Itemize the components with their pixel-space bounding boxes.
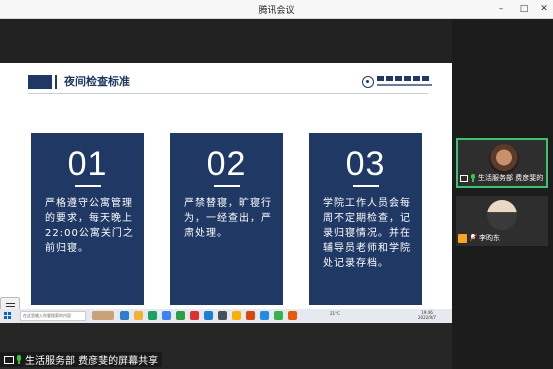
user-icon (458, 233, 467, 243)
standard-card-3: 03 学院工作人员会每周不定期检查，记录归寝情况。并在辅导员老师和学院处记录存档… (309, 133, 422, 305)
system-tray: 21°C (330, 311, 340, 316)
heading-marker (28, 75, 52, 89)
folder-icon (134, 311, 143, 320)
taskbar-app-icon (162, 311, 171, 320)
taskbar-app-icon (260, 311, 269, 320)
taskbar-app-icon (92, 311, 114, 320)
card-number: 01 (67, 145, 108, 183)
participant-name: 李昀东 (479, 234, 500, 242)
participant-namebar: 李昀东 (458, 232, 546, 244)
maximize-icon[interactable]: □ (517, 2, 531, 16)
mic-on-icon (470, 174, 476, 182)
presentation-slide: 夜间检查标准 01 严格遵守公寓管理的要求，每天晚上22:00公寓关门之前归寝。… (0, 63, 452, 309)
card-number: 03 (345, 145, 386, 183)
screen-share-icon (4, 355, 14, 364)
participant-name: 生活服务部 费彦斐的... (478, 174, 544, 182)
taskbar-app-icon (246, 311, 255, 320)
share-label-text: 生活服务部 费彦斐的屏幕共享 (25, 356, 159, 367)
taskbar-app-icon (232, 311, 241, 320)
screen-share-icon (460, 174, 468, 182)
taskbar-app-icon (120, 311, 129, 320)
school-seal-icon (362, 76, 374, 88)
mic-muted-icon (470, 234, 476, 242)
card-number: 02 (206, 145, 247, 183)
minimize-icon[interactable]: – (494, 2, 508, 16)
shared-screen: 夜间检查标准 01 严格遵守公寓管理的要求，每天晚上22:00公寓关门之前归寝。… (0, 19, 452, 369)
clock-date: 2022/9/7 (418, 315, 436, 320)
school-logo-wordmark (377, 75, 432, 81)
shared-screen-top (0, 19, 452, 63)
heading-bar (55, 75, 57, 89)
taskbar-search-box: 在这里输入你要搜索的内容 (20, 311, 86, 321)
share-label: 生活服务部 费彦斐的屏幕共享 (0, 352, 163, 367)
shared-taskbar: 在这里输入你要搜索的内容 21°C 19:46 2022/9/7 (0, 309, 452, 323)
taskbar-app-icon (190, 311, 199, 320)
card-rule (353, 185, 379, 187)
taskbar-app-icon (288, 311, 297, 320)
card-text: 严格遵守公寓管理的要求，每天晚上22:00公寓关门之前归寝。 (45, 198, 134, 254)
standard-card-2: 02 严禁替寝，旷寝行为，一经查出，严肃处理。 (170, 133, 283, 305)
slide-heading: 夜间检查标准 (64, 75, 130, 88)
participant-avatar (487, 200, 517, 230)
taskbar-app-icon (148, 311, 157, 320)
standard-card-1: 01 严格遵守公寓管理的要求，每天晚上22:00公寓关门之前归寝。 (31, 133, 144, 305)
card-text: 学院工作人员会每周不定期检查，记录归寝情况。并在辅导员老师和学院处记录存档。 (323, 198, 411, 269)
participant-avatar (489, 144, 519, 174)
window-title: 腾讯会议 (258, 6, 295, 16)
school-logo-subtitle (377, 84, 432, 86)
close-icon[interactable]: ✕ (537, 2, 551, 16)
taskbar-app-icon (204, 311, 213, 320)
participant-namebar: 生活服务部 费彦斐的... (460, 172, 544, 184)
taskbar-app-icon (218, 311, 227, 320)
card-rule (214, 185, 240, 187)
taskbar-app-icon (274, 311, 283, 320)
taskbar-clock: 19:46 2022/9/7 (418, 310, 436, 320)
participant-tile[interactable]: 李昀东 (456, 196, 548, 246)
school-logo (362, 75, 432, 91)
windows-start-icon (4, 312, 12, 320)
title-bar: 腾讯会议 – □ ✕ (0, 0, 553, 19)
mic-on-icon (16, 355, 22, 364)
card-text: 严禁替寝，旷寝行为，一经查出，严肃处理。 (184, 198, 272, 239)
participant-tile[interactable]: 生活服务部 费彦斐的... (456, 138, 548, 188)
taskbar-app-icon (176, 311, 185, 320)
card-rule (75, 185, 101, 187)
heading-divider (28, 93, 428, 94)
participant-panel: 生活服务部 费彦斐的... 李昀东 (452, 19, 553, 369)
screen-share-banner: 生活服务部 费彦斐的屏幕共享 (0, 332, 452, 369)
